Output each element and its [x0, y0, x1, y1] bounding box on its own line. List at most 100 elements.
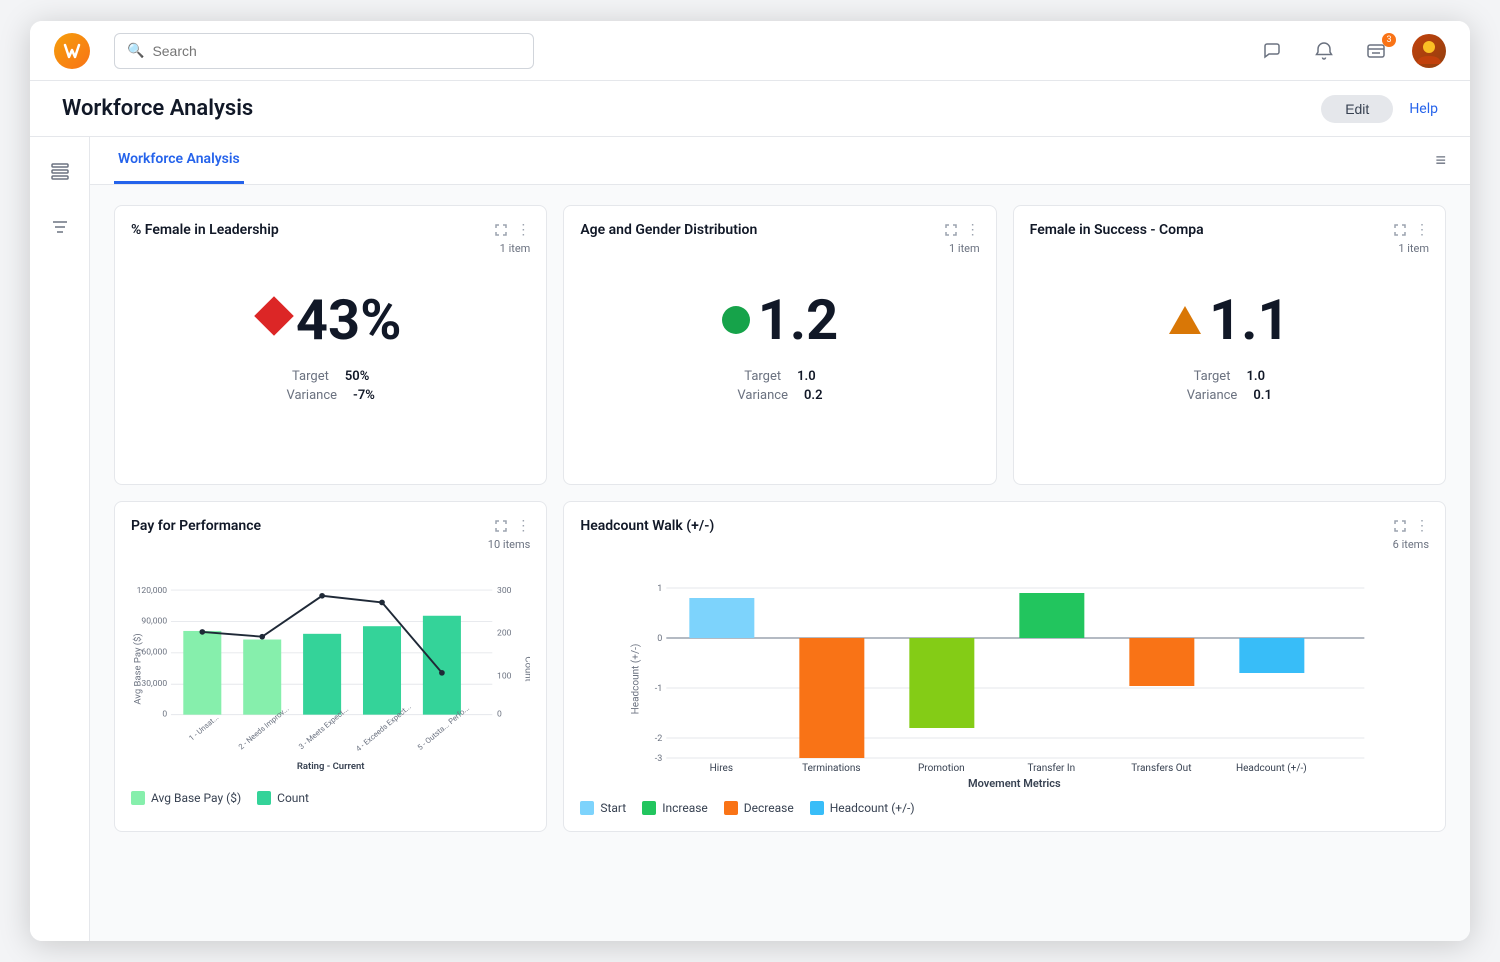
svg-text:Headcount (+/-): Headcount (+/-) [1236, 762, 1307, 774]
inbox-icon-btn[interactable]: 3 [1360, 35, 1392, 67]
kpi-female-success-value: 1.1 [1209, 287, 1290, 353]
card-headcount-walk: Headcount Walk (+/-) ⋮ 6 items [563, 501, 1446, 832]
sidebar-filter-icon[interactable] [42, 209, 78, 245]
kpi-diamond-icon [254, 296, 294, 336]
card-hc-title: Headcount Walk (+/-) [580, 518, 714, 534]
expand-icon[interactable] [494, 223, 508, 237]
kpi-variance-row: Variance -7% [286, 388, 374, 403]
hc-bar-transferin [1020, 593, 1085, 638]
nav-icons: 3 [1256, 34, 1446, 68]
notification-icon-btn[interactable] [1308, 35, 1340, 67]
kpi-triangle-icon [1169, 306, 1201, 334]
edit-button[interactable]: Edit [1321, 95, 1393, 123]
pfp-bar-1 [183, 631, 221, 715]
kpi-age-gender-content: 1.2 Target 1.0 Variance 0.2 [580, 263, 979, 419]
pfp-more-icon[interactable]: ⋮ [516, 518, 530, 534]
svg-text:Terminations: Terminations [802, 763, 860, 774]
kpi-female-leadership-value: 43% [296, 287, 402, 353]
kpi-female-success-content: 1.1 Target 1.0 Variance 0.1 [1030, 263, 1429, 419]
kpi-circle-icon [722, 306, 750, 334]
pfp-legend-avg: Avg Base Pay ($) [131, 791, 241, 805]
page-title: Workforce Analysis [62, 96, 253, 121]
page-header-actions: Edit Help [1321, 95, 1438, 123]
search-icon: 🔍 [127, 43, 144, 59]
hc-legend-increase-swatch [642, 801, 656, 815]
help-link[interactable]: Help [1409, 101, 1438, 117]
more-icon[interactable]: ⋮ [516, 222, 530, 238]
card-female-success-title: Female in Success - Compa [1030, 222, 1204, 238]
card-female-leadership-header: % Female in Leadership ⋮ [131, 222, 530, 238]
pfp-legend: Avg Base Pay ($) Count [131, 791, 530, 805]
svg-text:Movement Metrics: Movement Metrics [968, 777, 1061, 789]
pfp-bar-5 [423, 616, 461, 715]
user-avatar[interactable] [1412, 34, 1446, 68]
svg-text:Transfers Out: Transfers Out [1132, 762, 1192, 774]
svg-text:60,000: 60,000 [141, 648, 167, 658]
hc-legend-increase-label: Increase [662, 801, 708, 815]
target-label: Target [292, 369, 329, 384]
search-bar[interactable]: 🔍 [114, 33, 534, 69]
tab-workforce-analysis[interactable]: Workforce Analysis [114, 137, 244, 184]
kpi-value-row: 43% [260, 287, 402, 353]
kpi-success-target-row: Target 1.0 [1194, 369, 1265, 384]
svg-text:Count: Count [523, 656, 531, 681]
age-more-icon[interactable]: ⋮ [966, 222, 980, 238]
hc-legend-increase: Increase [642, 801, 708, 815]
kpi-age-variance-row: Variance 0.2 [737, 388, 822, 403]
svg-text:0: 0 [658, 634, 663, 644]
card-pfp-count: 10 items [131, 538, 530, 551]
sidebar-menu-icon[interactable] [42, 153, 78, 189]
hc-legend-headcount-label: Headcount (+/-) [830, 801, 915, 815]
target-value: 50% [345, 369, 369, 384]
hc-chart-area: Headcount (+/-) 1 0 -1 -2 -3 [580, 559, 1429, 793]
hc-bar-headcount [1240, 638, 1305, 673]
svg-text:1 - Unsat...: 1 - Unsat... [187, 713, 220, 743]
card-pfp-title: Pay for Performance [131, 518, 261, 534]
age-target-label: Target [744, 369, 781, 384]
card-age-gender: Age and Gender Distribution ⋮ 1 item [563, 205, 996, 485]
content-area: Workforce Analysis ≡ % Female in Leaders… [90, 137, 1470, 941]
pfp-dot-4 [379, 600, 385, 606]
search-input[interactable] [152, 43, 521, 59]
hc-more-icon[interactable]: ⋮ [1415, 518, 1429, 534]
svg-text:100: 100 [497, 672, 512, 682]
success-more-icon[interactable]: ⋮ [1415, 222, 1429, 238]
card-age-gender-title: Age and Gender Distribution [580, 222, 757, 238]
pfp-dot-3 [319, 593, 325, 599]
success-target-label: Target [1194, 369, 1231, 384]
hc-bar-promotion [910, 638, 975, 728]
age-variance-value: 0.2 [804, 388, 823, 403]
svg-text:-2: -2 [655, 734, 663, 744]
svg-text:Headcount (+/-): Headcount (+/-) [630, 644, 642, 715]
pfp-chart-svg: Avg Base Pay ($) Count 120,000 90,000 60… [131, 559, 530, 779]
hc-expand-icon[interactable] [1393, 519, 1407, 533]
chat-icon-btn[interactable] [1256, 35, 1288, 67]
card-age-gender-header-right: ⋮ [944, 222, 980, 238]
app-window: 🔍 3 [30, 21, 1470, 941]
hc-legend-start-label: Start [600, 801, 626, 815]
pfp-legend-avg-label: Avg Base Pay ($) [151, 791, 241, 805]
svg-text:90,000: 90,000 [141, 616, 167, 626]
svg-text:0: 0 [162, 710, 167, 720]
kpi-age-target-row: Target 1.0 [744, 369, 815, 384]
age-target-value: 1.0 [797, 369, 816, 384]
hc-bar-transfersout [1130, 638, 1195, 686]
variance-label: Variance [286, 388, 337, 403]
hc-bar-hires [690, 598, 755, 638]
kpi-female-success-meta: Target 1.0 Variance 0.1 [1187, 369, 1272, 403]
avatar-image [1412, 34, 1446, 68]
kpi-age-value-row: 1.2 [722, 287, 839, 353]
card-female-leadership: % Female in Leadership ⋮ 1 item [114, 205, 547, 485]
success-target-value: 1.0 [1246, 369, 1265, 384]
tabs-bar-menu-icon[interactable]: ≡ [1435, 150, 1446, 171]
kpi-female-leadership-meta: Target 50% Variance -7% [286, 369, 374, 403]
hc-legend-start-swatch [580, 801, 594, 815]
card-hc-count: 6 items [580, 538, 1429, 551]
pfp-expand-icon[interactable] [494, 519, 508, 533]
svg-text:-3: -3 [655, 754, 663, 764]
success-expand-icon[interactable] [1393, 223, 1407, 237]
kpi-age-gender-value: 1.2 [758, 287, 839, 353]
age-expand-icon[interactable] [944, 223, 958, 237]
card-header-right: ⋮ [494, 222, 530, 238]
logo-area [54, 33, 90, 69]
